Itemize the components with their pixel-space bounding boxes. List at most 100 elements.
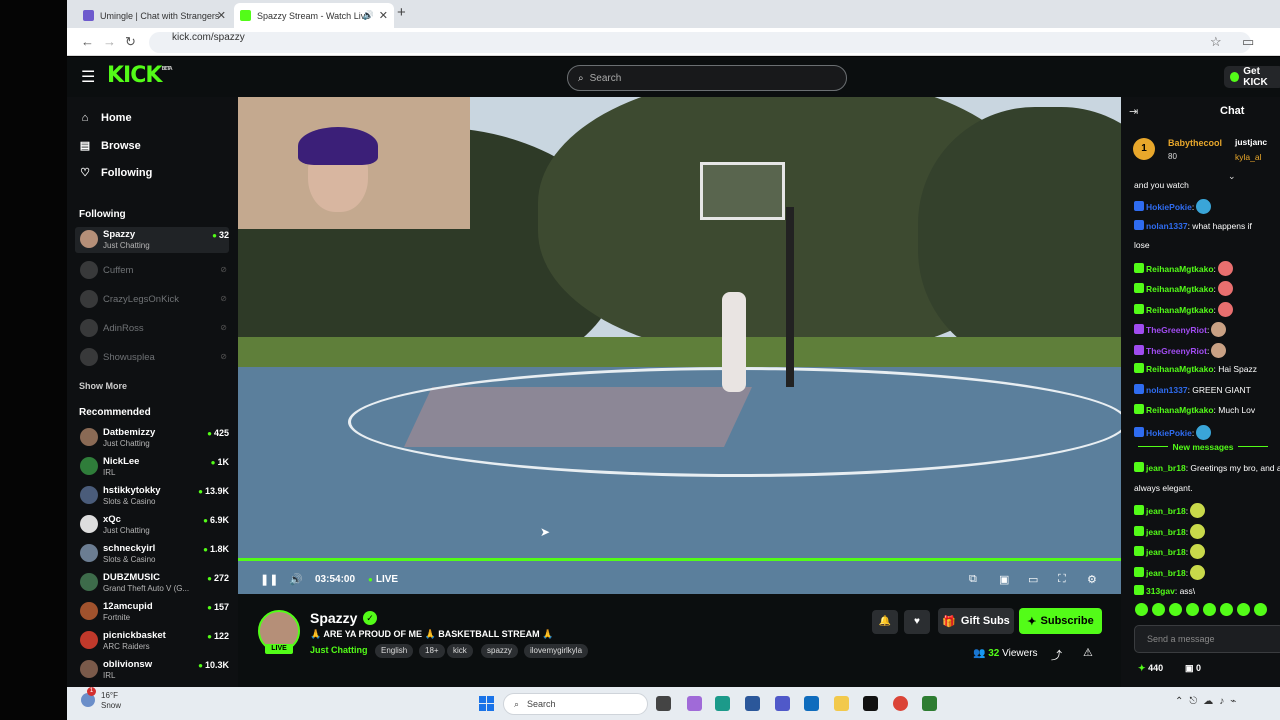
stream-category[interactable]: Just Chatting — [310, 645, 368, 655]
pause-icon[interactable]: ❚❚ — [260, 573, 278, 586]
chat-username[interactable]: jean_br18 — [1146, 463, 1186, 473]
back-arrow-icon[interactable]: ← — [81, 34, 94, 49]
stream-tag[interactable]: ilovemygirlkyla — [524, 644, 589, 658]
following-channel-crazylegs[interactable]: CrazyLegsOnKick ⊘ — [75, 287, 229, 313]
recommended-channel[interactable]: xQc Just Chatting ● 6.9K — [75, 512, 229, 538]
chat-username[interactable]: nolan1337 — [1146, 385, 1188, 395]
fullscreen-icon[interactable]: ⛶ — [1058, 573, 1066, 586]
emote-icon[interactable] — [1203, 603, 1216, 616]
app-icon[interactable] — [922, 696, 937, 711]
chat-message-input[interactable]: Send a message — [1134, 625, 1280, 653]
following-channel-cuffem[interactable]: Cuffem ⊘ — [75, 258, 229, 284]
windows-start-icon[interactable] — [479, 696, 494, 711]
emote-icon[interactable] — [1237, 603, 1250, 616]
stream-tag[interactable]: 18+ — [419, 644, 445, 658]
tab-umingle[interactable]: Umingle | Chat with Strangers ✕ — [77, 3, 232, 28]
volume-icon[interactable]: 🔊 — [289, 573, 303, 586]
emote-icon[interactable] — [1220, 603, 1233, 616]
show-more-link[interactable]: Show More — [79, 381, 127, 391]
pip-icon[interactable]: ⧉ — [969, 573, 977, 586]
chat-username[interactable]: 313gav — [1146, 586, 1175, 596]
recommended-channel[interactable]: Datbemizzy Just Chatting ● 425 — [75, 425, 229, 451]
system-tray[interactable]: ⌃⎋☁♪⌁ — [1175, 696, 1242, 707]
stream-tag[interactable]: kick — [447, 644, 473, 658]
task-view-icon[interactable] — [656, 696, 671, 711]
share-icon[interactable]: ⤴ — [1051, 647, 1062, 663]
chat-username[interactable]: ReihanaMgtkako — [1146, 364, 1214, 374]
emote-icon[interactable] — [1254, 603, 1267, 616]
get-kick-button[interactable]: Get KICK — [1224, 66, 1280, 88]
url-text[interactable]: kick.com/spazzy — [172, 32, 245, 43]
follow-heart-button[interactable]: ♥ — [904, 610, 930, 634]
chat-username[interactable]: jean_br18 — [1146, 547, 1186, 557]
stream-tag[interactable]: spazzy — [481, 644, 518, 658]
recommended-channel[interactable]: NickLee IRL ● 1K — [75, 454, 229, 480]
menu-hamburger-icon[interactable]: ☰ — [81, 67, 95, 87]
omnibox[interactable] — [149, 32, 1251, 53]
pinned-gifter-2[interactable]: justjanc — [1235, 137, 1267, 147]
following-channel-showusplea[interactable]: Showusplea ⊘ — [75, 345, 229, 371]
chat-username[interactable]: TheGreenyRiot — [1146, 346, 1207, 356]
bookmark-star-icon[interactable]: ☆ — [1210, 34, 1222, 50]
pinned-gifter-3[interactable]: kyla_al — [1235, 152, 1261, 162]
chrome-icon[interactable] — [893, 696, 908, 711]
taskbar-search[interactable]: ⌕ Search — [503, 693, 648, 715]
streamer-name[interactable]: Spazzy — [310, 610, 357, 626]
copilot-icon[interactable] — [687, 696, 702, 711]
emote-icon[interactable] — [1186, 603, 1199, 616]
chat-username[interactable]: ReihanaMgtkako — [1146, 405, 1214, 415]
teams-icon[interactable] — [775, 696, 790, 711]
settings-gear-icon[interactable]: ⚙ — [1087, 573, 1097, 586]
progress-bar[interactable] — [238, 558, 1121, 561]
chat-username[interactable]: ReihanaMgtkako — [1146, 305, 1214, 315]
emote-icon[interactable] — [1135, 603, 1148, 616]
close-tab-icon[interactable]: ✕ — [379, 9, 388, 22]
video-player[interactable]: ❚❚ 🔊 03:54:00 ● LIVE ⧉ ▣ ▭ ⛶ ⚙ ➤ — [238, 97, 1121, 594]
chat-username[interactable]: HokiePokie — [1146, 428, 1192, 438]
clip-icon[interactable]: ▣ — [999, 573, 1009, 586]
forward-arrow-icon[interactable]: → — [103, 34, 116, 49]
emote-icon[interactable] — [1152, 603, 1165, 616]
chat-username[interactable]: jean_br18 — [1146, 568, 1186, 578]
recommended-channel[interactable]: oblivionsw IRL ● 10.3K — [75, 657, 229, 683]
chat-username[interactable]: nolan1337 — [1146, 221, 1188, 231]
kick-app-icon[interactable] — [863, 696, 878, 711]
pinned-gifter-name[interactable]: Babythecool — [1168, 138, 1222, 148]
rewards-count[interactable]: ▣ 0 — [1185, 663, 1201, 674]
report-warning-icon[interactable]: ⚠ — [1083, 646, 1093, 659]
chat-username[interactable]: jean_br18 — [1146, 527, 1186, 537]
chat-username[interactable]: jean_br18 — [1146, 506, 1186, 516]
close-tab-icon[interactable]: ✕ — [217, 9, 226, 22]
recommended-channel[interactable]: 12amcupid Fortnite ● 157 — [75, 599, 229, 625]
file-explorer-icon[interactable] — [834, 696, 849, 711]
reload-icon[interactable]: ↻ — [125, 34, 136, 50]
recommended-channel[interactable]: schneckyirl Slots & Casino ● 1.8K — [75, 541, 229, 567]
sidebar-item-browse[interactable]: ▤ Browse — [79, 139, 141, 153]
recommended-channel[interactable]: picnickbasket ARC Raiders ● 122 — [75, 628, 229, 654]
collapse-chat-icon[interactable]: ⇥ — [1129, 105, 1138, 118]
chat-username[interactable]: ReihanaMgtkako — [1146, 284, 1214, 294]
chat-username[interactable]: HokiePokie — [1146, 202, 1192, 212]
gift-subs-button[interactable]: 🎁 Gift Subs — [938, 608, 1014, 634]
outlook-icon[interactable] — [804, 696, 819, 711]
following-channel-spazzy[interactable]: Spazzy Just Chatting ● 32 — [75, 227, 229, 253]
recommended-channel[interactable]: DUBZMUSIC Grand Theft Auto V (G... ● 272 — [75, 570, 229, 596]
subscribe-button[interactable]: ✦ Subscribe — [1019, 608, 1102, 634]
kick-logo[interactable]: KICKBETA — [107, 63, 173, 88]
sidebar-item-following[interactable]: ♡ Following — [79, 166, 152, 180]
audio-icon[interactable]: 🔊 — [363, 10, 374, 21]
new-tab-plus-icon[interactable]: + — [397, 4, 406, 21]
emote-icon[interactable] — [1169, 603, 1182, 616]
search-input[interactable]: ⌕ Search — [567, 65, 847, 91]
store-icon[interactable] — [745, 696, 760, 711]
cast-icon[interactable]: ▭ — [1242, 34, 1254, 50]
stream-tag[interactable]: English — [375, 644, 414, 658]
edge-icon[interactable] — [715, 696, 730, 711]
chat-username[interactable]: ReihanaMgtkako — [1146, 264, 1214, 274]
kick-points[interactable]: ✦ 440 — [1138, 663, 1163, 674]
following-channel-adinross[interactable]: AdinRoss ⊘ — [75, 316, 229, 342]
notification-bell-button[interactable]: 🔔 — [872, 610, 898, 634]
theater-icon[interactable]: ▭ — [1028, 573, 1038, 586]
sidebar-item-home[interactable]: ⌂ Home — [79, 112, 132, 124]
recommended-channel[interactable]: hstikkytokky Slots & Casino ● 13.9K — [75, 483, 229, 509]
